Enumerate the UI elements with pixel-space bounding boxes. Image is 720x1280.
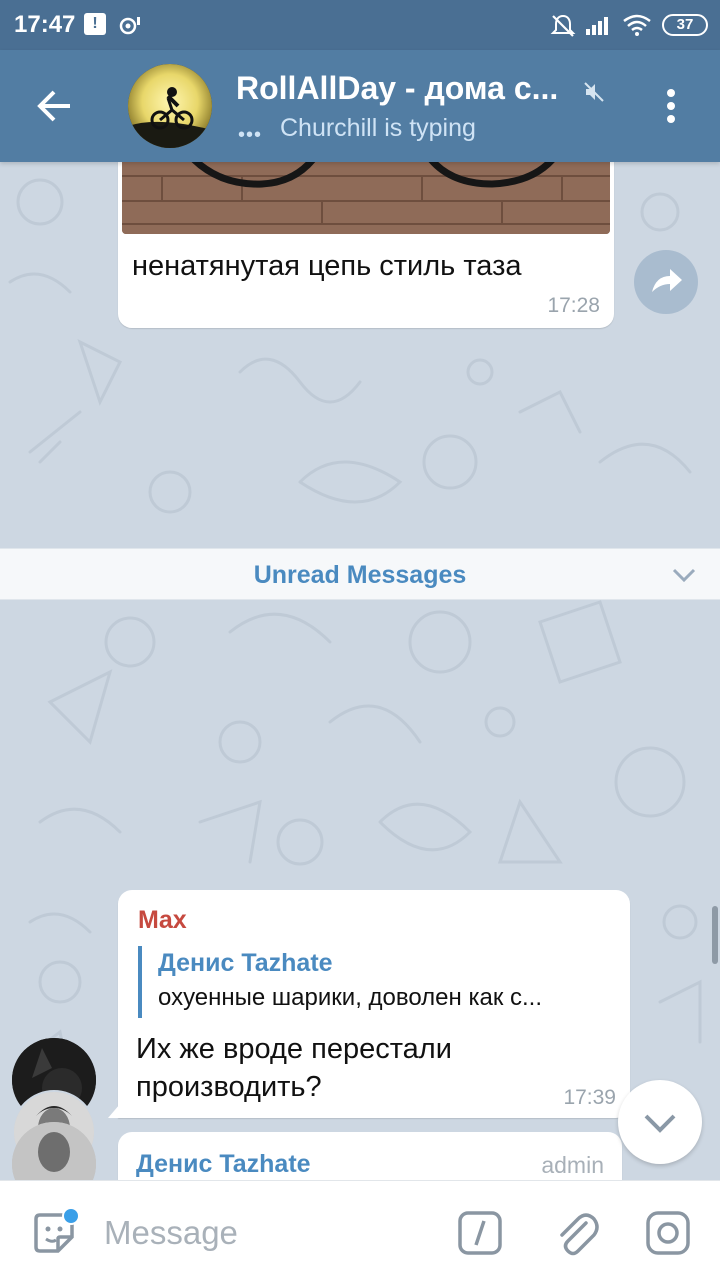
bell-off-icon xyxy=(550,14,576,37)
camera-icon[interactable] xyxy=(644,1209,692,1257)
message-composer xyxy=(0,1180,720,1280)
chevron-down-icon xyxy=(672,568,696,583)
status-time: 17:47 xyxy=(14,11,76,38)
bot-command-icon[interactable] xyxy=(456,1209,504,1257)
bike-photo[interactable] xyxy=(122,162,610,234)
chat-title[interactable]: RollAllDay - дома с... xyxy=(236,70,558,107)
message-bubble[interactable]: Денис Tazhate admin xyxy=(118,1132,622,1180)
scroll-to-bottom-button[interactable] xyxy=(618,1080,702,1164)
battery-icon: 37 xyxy=(662,14,708,36)
admin-badge: admin xyxy=(541,1152,604,1178)
chat-header: RollAllDay - дома с... ••• Churchill is … xyxy=(0,50,720,162)
new-stickers-dot xyxy=(62,1207,80,1225)
bike-wheels-image xyxy=(122,162,610,234)
notification-icon: ! xyxy=(84,13,106,35)
wifi-icon xyxy=(623,14,651,36)
reply-quote[interactable]: Денис Tazhate охуенные шарики, доволен к… xyxy=(138,946,616,1018)
message-bubble[interactable]: ненатянутая цепь стиль таза 17:28 xyxy=(118,162,614,328)
camera-notification-icon xyxy=(119,17,140,35)
unread-label: Unread Messages xyxy=(253,561,467,589)
muted-speaker-icon xyxy=(584,82,604,102)
message-text: Их же вроде перестали производить? xyxy=(136,1033,452,1103)
typing-indicator-icon: ••• xyxy=(238,124,263,146)
signal-icon xyxy=(586,17,608,35)
group-avatar[interactable] xyxy=(128,64,212,148)
reply-author: Денис Tazhate xyxy=(158,949,333,977)
status-bar: 17:47 ! 37 xyxy=(0,0,720,50)
message-text: ненатянутая цепь стиль таза xyxy=(132,250,522,282)
message-input[interactable] xyxy=(104,1211,424,1255)
message-sender[interactable]: Max xyxy=(138,906,187,935)
cyclist-avatar-image xyxy=(128,64,212,148)
chevron-down-icon xyxy=(644,1114,676,1133)
message-time: 17:28 xyxy=(547,294,600,317)
reply-text: охуенные шарики, доволен как с... xyxy=(158,984,542,1011)
more-menu-button[interactable] xyxy=(656,86,686,126)
scrollbar[interactable] xyxy=(712,906,718,964)
message-sender[interactable]: Денис Tazhate xyxy=(136,1150,311,1179)
message-bubble[interactable]: Max Денис Tazhate охуенные шарики, довол… xyxy=(108,890,630,1118)
paperclip-icon[interactable] xyxy=(552,1207,600,1259)
back-arrow-icon[interactable] xyxy=(30,84,78,128)
unread-messages-divider: Unread Messages xyxy=(0,548,720,600)
share-arrow-icon xyxy=(652,269,682,292)
message-time: 17:39 xyxy=(563,1086,616,1109)
chat-area[interactable]: ненатянутая цепь стиль таза 17:28 Unread… xyxy=(0,162,720,1180)
chat-subtitle: Churchill is typing xyxy=(280,114,476,142)
forward-button[interactable] xyxy=(634,250,698,314)
